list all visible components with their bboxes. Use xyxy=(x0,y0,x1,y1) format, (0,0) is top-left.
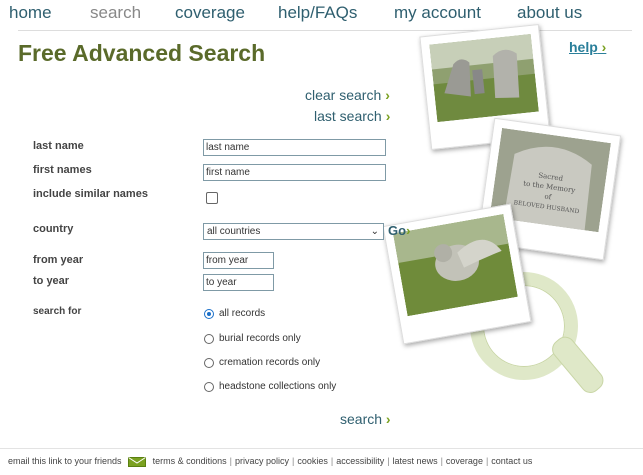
search-button-label: search xyxy=(340,411,383,427)
radio-label: headstone collections only xyxy=(219,381,337,392)
go-button-label: Go xyxy=(388,223,407,238)
last-name-input[interactable] xyxy=(203,139,386,156)
help-link-label: help xyxy=(569,39,598,55)
footer-link-terms[interactable]: terms & conditions xyxy=(153,456,227,466)
help-link[interactable]: help › xyxy=(569,39,606,55)
footer-link-latest-news[interactable]: latest news xyxy=(393,456,438,466)
last-name-label: last name xyxy=(33,140,84,152)
to-year-label: to year xyxy=(33,275,70,287)
email-friends-link[interactable]: email this link to your friends xyxy=(8,456,122,466)
chevron-right-icon: › xyxy=(385,87,390,103)
clear-search-label: clear search xyxy=(305,87,382,103)
chevron-right-icon: › xyxy=(597,39,607,55)
first-names-label: first names xyxy=(33,164,92,176)
footer-link-cookies[interactable]: cookies xyxy=(297,456,328,466)
footer-link-coverage[interactable]: coverage xyxy=(446,456,483,466)
nav-help-faqs[interactable]: help/FAQs xyxy=(278,3,357,23)
footer-link-accessibility[interactable]: accessibility xyxy=(336,456,384,466)
envelope-icon[interactable] xyxy=(128,456,147,467)
chevron-right-icon: › xyxy=(385,108,391,124)
radio-label: cremation records only xyxy=(219,357,321,368)
page-title: Free Advanced Search xyxy=(18,40,266,66)
radio-button-selected[interactable] xyxy=(204,309,214,319)
from-year-label: from year xyxy=(33,254,84,266)
graveyard-image xyxy=(429,33,539,123)
to-year-input[interactable] xyxy=(203,274,274,291)
chevron-down-icon: ⌄ xyxy=(370,226,379,237)
country-select-value: all countries xyxy=(207,226,261,237)
from-year-input[interactable] xyxy=(203,252,274,269)
nav-search[interactable]: search xyxy=(90,3,141,23)
chevron-right-icon: › xyxy=(406,223,411,238)
clear-search-link[interactable]: clear search › xyxy=(305,87,390,103)
footer-divider xyxy=(0,448,643,449)
radio-button[interactable] xyxy=(204,334,214,344)
nav-home[interactable]: home xyxy=(9,3,52,23)
radio-label: all records xyxy=(219,308,266,319)
include-similar-names-label: include similar names xyxy=(33,188,148,200)
nav-about-us[interactable]: about us xyxy=(517,3,582,23)
nav-divider xyxy=(18,30,632,31)
last-search-label: last search xyxy=(314,108,382,124)
search-for-label: search for xyxy=(33,306,82,317)
include-similar-names-checkbox[interactable] xyxy=(206,192,218,204)
chevron-right-icon: › xyxy=(382,411,391,427)
radio-button[interactable] xyxy=(204,382,214,392)
first-names-input[interactable] xyxy=(203,164,386,181)
country-select[interactable]: all countries ⌄ xyxy=(203,223,384,240)
country-label: country xyxy=(33,223,74,235)
radio-label: burial records only xyxy=(219,333,301,344)
last-search-link[interactable]: last search › xyxy=(314,108,390,124)
footer-link-privacy[interactable]: privacy policy xyxy=(235,456,289,466)
top-navigation: home search coverage help/FAQs my accoun… xyxy=(0,0,643,30)
search-button[interactable]: search › xyxy=(340,411,391,427)
angel-statue-image xyxy=(392,214,518,317)
nav-coverage[interactable]: coverage xyxy=(175,3,245,23)
footer-link-contact-us[interactable]: contact us xyxy=(491,456,532,466)
go-button[interactable]: Go› xyxy=(388,223,410,238)
footer: email this link to your friends terms & … xyxy=(8,456,533,467)
nav-my-account[interactable]: my account xyxy=(394,3,481,23)
radio-button[interactable] xyxy=(204,358,214,368)
